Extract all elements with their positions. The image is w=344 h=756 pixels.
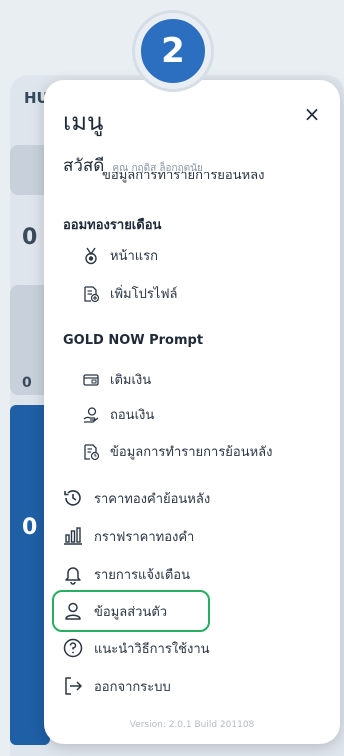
menu-item-label: ถอนเงิน xyxy=(110,408,155,423)
background-digit: 0 xyxy=(22,225,38,250)
clipped-item-label: ข้อมูลการทำรายการย้อนหลัง xyxy=(102,172,265,183)
hand-coin-icon xyxy=(82,406,100,424)
background-digit: 0 xyxy=(22,375,32,391)
close-button[interactable]: × xyxy=(298,100,326,128)
menu-item-label: เติมเงิน xyxy=(110,373,152,388)
bar-chart-icon xyxy=(62,525,84,547)
menu-item-label: รายการแจ้งเตือน xyxy=(94,567,190,583)
menu-item-label: เพิ่มโปรไฟล์ xyxy=(110,287,178,302)
menu-item-gold-price-chart[interactable]: กราฟราคาทองคำ xyxy=(62,525,194,547)
background-digit: 0 xyxy=(22,515,38,540)
question-circle-icon xyxy=(62,637,84,659)
highlight-personal-info xyxy=(52,590,210,632)
section-title-gold-now: GOLD NOW Prompt xyxy=(63,333,204,348)
clipped-menu-item[interactable]: ข้อมูลการทำรายการย้อนหลัง xyxy=(82,172,312,184)
menu-item-withdraw[interactable]: ถอนเงิน xyxy=(82,404,154,425)
section-title-savings: ออมทองรายเดือน xyxy=(63,218,162,233)
menu-item-top-up[interactable]: เติมเงิน xyxy=(82,369,151,390)
bell-icon xyxy=(62,563,84,585)
menu-item-transaction-history[interactable]: ข้อมูลการทำรายการย้อนหลัง xyxy=(82,441,273,462)
menu-title: เมนู xyxy=(63,108,104,136)
menu-item-label: หน้าแรก xyxy=(110,249,158,264)
menu-item-label: ราคาทองคำย้อนหลัง xyxy=(94,491,211,507)
menu-item-label: แนะนำวิธีการใช้งาน xyxy=(94,641,210,657)
menu-item-label: ออกจากระบบ xyxy=(94,679,171,695)
menu-item-home[interactable]: หน้าแรก xyxy=(82,245,158,266)
menu-item-add-profile[interactable]: เพิ่มโปรไฟล์ xyxy=(82,283,178,304)
wallet-icon xyxy=(82,371,100,389)
medal-icon xyxy=(82,247,100,265)
menu-item-logout[interactable]: ออกจากระบบ xyxy=(62,675,171,697)
menu-item-gold-price-history[interactable]: ราคาทองคำย้อนหลัง xyxy=(62,487,210,509)
history-document-icon xyxy=(82,443,100,461)
logout-icon xyxy=(62,675,84,697)
menu-item-notifications[interactable]: รายการแจ้งเตือน xyxy=(62,563,190,585)
clock-history-icon xyxy=(62,487,84,509)
menu-item-label: กราฟราคาทองคำ xyxy=(94,529,195,545)
menu-panel: เมนู × สวัสดี คุณ กฤดิส ล็อกฤตนัย ข้อมูล… xyxy=(44,80,340,744)
menu-item-help[interactable]: แนะนำวิธีการใช้งาน xyxy=(62,637,210,659)
add-document-icon xyxy=(82,285,100,303)
step-badge: 2 xyxy=(135,13,211,89)
menu-item-label: ข้อมูลการทำรายการย้อนหลัง xyxy=(110,445,273,460)
version-text: Version: 2.0.1 Build 201108 xyxy=(129,720,255,730)
